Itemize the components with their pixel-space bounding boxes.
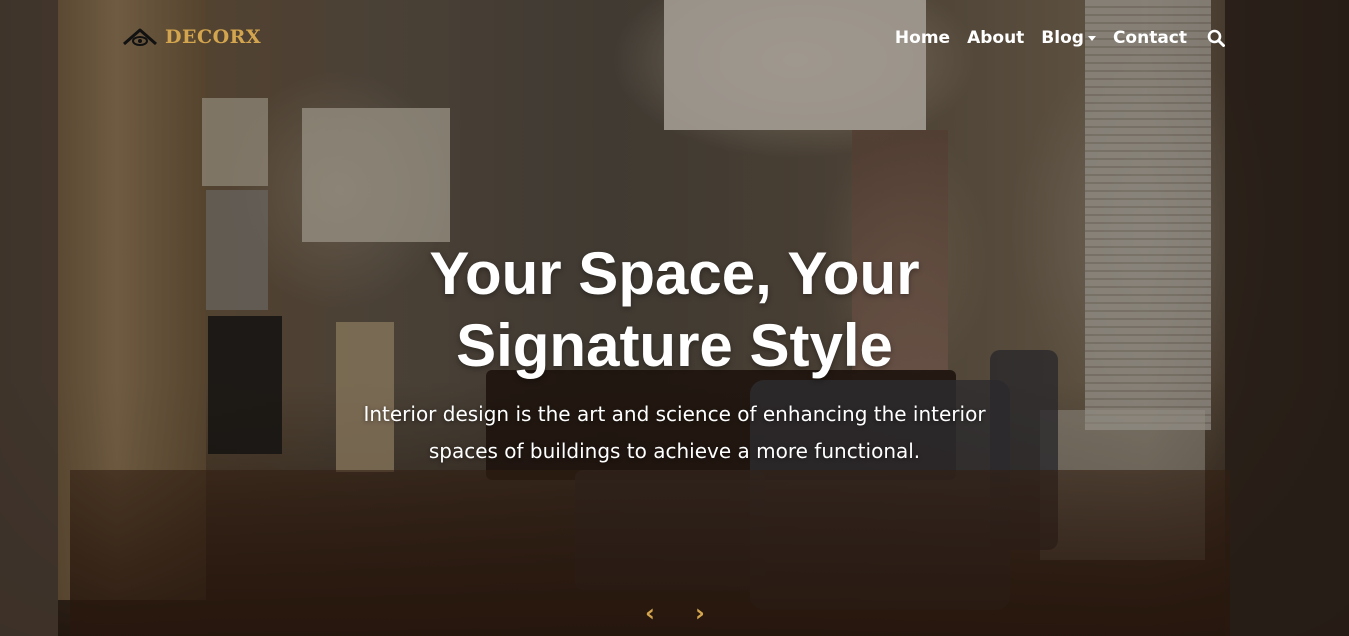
main-nav: Home About Blog Contact: [878, 28, 1225, 48]
nav-link-label: Blog: [1041, 28, 1084, 48]
hero-title: Your Space, Your Signature Style: [429, 240, 920, 379]
nav-link-contact[interactable]: Contact: [1113, 28, 1187, 48]
brand-name: DECORX: [165, 26, 262, 48]
nav-link-label: Home: [894, 28, 951, 48]
hero-content: Your Space, Your Signature Style Interio…: [0, 238, 1349, 470]
carousel-controls: ‹ ›: [638, 598, 712, 628]
hero-section: DECORX Home About Blog Contact Your Spac…: [0, 0, 1349, 636]
nav-link-blog-dropdown[interactable]: Blog: [1041, 28, 1096, 48]
brand-logo[interactable]: DECORX: [122, 24, 261, 50]
nav-link-label: About: [967, 28, 1025, 48]
search-icon[interactable]: [1207, 29, 1225, 47]
nav-link-label: Contact: [1112, 28, 1187, 48]
carousel-next-button[interactable]: ›: [688, 598, 712, 628]
roof-eye-logo-icon: [123, 28, 157, 46]
hero-subtitle: Interior design is the art and science o…: [363, 402, 986, 463]
navbar: DECORX Home About Blog Contact: [0, 0, 1349, 76]
nav-link-home[interactable]: Home: [895, 28, 950, 48]
carousel-prev-button[interactable]: ‹: [638, 598, 662, 628]
caret-down-icon: [1087, 35, 1096, 41]
nav-link-about[interactable]: About: [967, 28, 1024, 48]
